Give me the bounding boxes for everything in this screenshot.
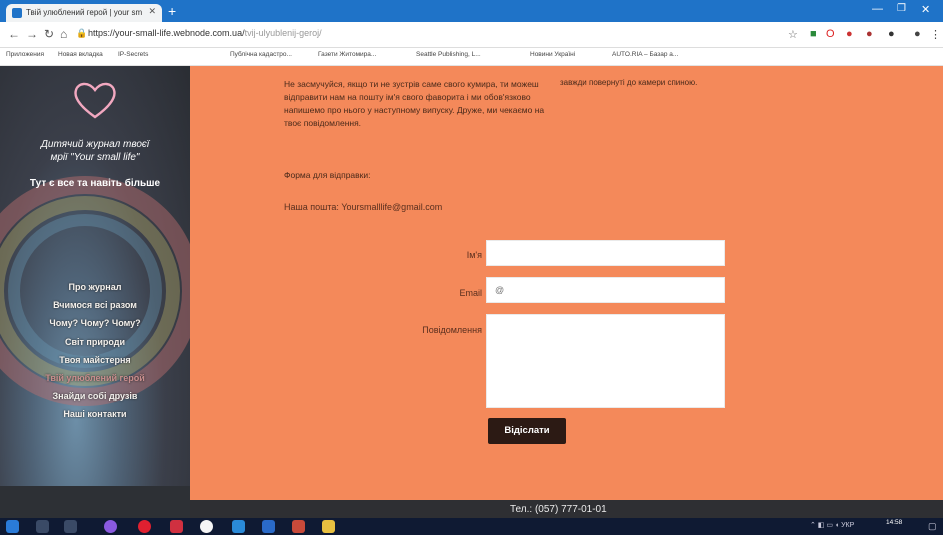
os-taskbar: ⌃ ◧ ▭ ◖ УКР 14:58 ▢: [0, 518, 943, 535]
url-main: https://your-small-life.webnode.com.ua/: [88, 28, 245, 38]
powerpoint-icon[interactable]: [292, 520, 305, 533]
profile-avatar-icon[interactable]: ●: [914, 28, 921, 40]
app-red-icon[interactable]: [170, 520, 183, 533]
menu-item-about[interactable]: Про журнал: [0, 278, 190, 296]
site-tagline: Тут є все та навіть більше: [29, 178, 161, 189]
star-bookmark-icon[interactable]: ☆: [788, 28, 798, 41]
bookmark-autoria[interactable]: AUTO.RIA – Базар а...: [612, 51, 678, 58]
notifications-icon[interactable]: ▢: [928, 521, 937, 532]
bookmark-ip-secrets[interactable]: IP-Secrets: [118, 51, 148, 58]
site-favicon-icon: [12, 8, 22, 18]
extension-icon[interactable]: ■: [810, 28, 817, 40]
url-path: tvij-ulyublenij-geroj/: [244, 28, 322, 38]
browser-tab[interactable]: Твій улюблений герой | your sm ✕: [6, 4, 162, 22]
window-maximize-button[interactable]: ❐: [897, 3, 906, 14]
logo-line-2: мрії "Your small life": [50, 152, 140, 163]
footer-phone: Тел.: (057) 777-01-01: [510, 504, 607, 515]
url-input[interactable]: https://your-small-life.webnode.com.ua/t…: [88, 28, 322, 38]
form-intro-text: Форма для відправки:: [284, 170, 371, 180]
language-indicator[interactable]: УКР: [841, 522, 854, 529]
message-label: Повідомлення: [422, 325, 482, 335]
tab-close-icon[interactable]: ✕: [148, 6, 156, 17]
opera-taskbar-icon[interactable]: [138, 520, 151, 533]
search-icon[interactable]: [36, 520, 49, 533]
tab-title: Твій улюблений герой | your sm: [26, 8, 143, 17]
menu-item-contacts[interactable]: Наші контакти: [0, 405, 190, 423]
word-icon[interactable]: [262, 520, 275, 533]
heart-logo-icon: [74, 82, 116, 119]
window-minimize-button[interactable]: —: [872, 3, 883, 15]
page-footer: Тел.: (057) 777-01-01: [190, 500, 943, 518]
right-column-text: завжди повернуті до камери спиною.: [560, 78, 698, 87]
site-logo-text[interactable]: Дитячий журнал твоєї мрії "Your small li…: [0, 138, 190, 164]
window-close-button[interactable]: ✕: [921, 3, 930, 16]
bookmark-apps[interactable]: Приложения: [6, 51, 44, 58]
reload-icon[interactable]: ↻: [44, 27, 54, 41]
submit-button[interactable]: Відіслати: [488, 418, 566, 444]
name-label: Ім'я: [466, 250, 482, 260]
opera-icon[interactable]: O: [826, 28, 835, 40]
app-purple-icon[interactable]: [104, 520, 117, 533]
bookmark-news[interactable]: Новини Україні: [530, 51, 575, 58]
email-input[interactable]: [486, 277, 725, 303]
name-input[interactable]: [486, 240, 725, 266]
bookmark-seattle[interactable]: Seattle Publishing, L...: [416, 51, 481, 58]
system-tray[interactable]: ⌃ ◧ ▭ ◖ УКР: [810, 521, 854, 529]
sidebar-bottom: [0, 486, 190, 518]
extension-dots-icon[interactable]: ●: [866, 28, 873, 40]
menu-item-favorite-hero[interactable]: Твій улюблений герой: [0, 369, 190, 387]
yandex-icon[interactable]: [200, 520, 213, 533]
email-label: Email: [459, 288, 482, 298]
file-explorer-icon[interactable]: [322, 520, 335, 533]
forward-arrow-icon[interactable]: →: [26, 27, 38, 41]
telegram-icon[interactable]: [232, 520, 245, 533]
extension-red-icon[interactable]: ●: [846, 28, 853, 40]
intro-paragraph: Не засмучуйся, якщо ти не зустрів саме с…: [284, 79, 545, 128]
menu-item-nature[interactable]: Світ природи: [0, 333, 190, 351]
address-bar: ← → ↻ ⌂ 🔒 https://your-small-life.webnod…: [0, 22, 943, 48]
sidebar-menu: Про журнал Вчимося всі разом Чому? Чому?…: [0, 278, 190, 424]
contact-email-text: Наша пошта: Yoursmalllife@gmail.com: [284, 202, 443, 212]
message-textarea[interactable]: [486, 314, 725, 408]
menu-dots-icon[interactable]: ⋮: [930, 28, 941, 41]
home-icon[interactable]: ⌂: [60, 27, 67, 41]
logo-line-1: Дитячий журнал твоєї: [40, 139, 150, 150]
browser-titlebar: Твій улюблений герой | your sm ✕ + — ❐ ✕: [0, 0, 943, 22]
bookmark-new-tab[interactable]: Новая вкладка: [58, 51, 103, 58]
bookmark-cadastre[interactable]: Публічна кадастро...: [230, 51, 292, 58]
task-view-icon[interactable]: [64, 520, 77, 533]
new-tab-button[interactable]: +: [168, 3, 176, 19]
menu-item-why[interactable]: Чому? Чому? Чому?: [0, 314, 190, 332]
lock-icon[interactable]: 🔒: [76, 28, 87, 39]
sidebar: Дитячий журнал твоєї мрії "Your small li…: [0, 66, 190, 518]
main-content: Не засмучуйся, якщо ти не зустрів саме с…: [190, 66, 943, 518]
back-arrow-icon[interactable]: ←: [8, 27, 20, 41]
web-page: Дитячий журнал твоєї мрії "Your small li…: [0, 66, 943, 518]
extension-dark-icon[interactable]: ●: [888, 28, 895, 40]
bookmarks-bar: Приложения Новая вкладка IP-Secrets Публ…: [0, 48, 943, 66]
clock[interactable]: 14:58: [886, 519, 902, 526]
menu-item-friends[interactable]: Знайди собі друзів: [0, 387, 190, 405]
menu-item-learning[interactable]: Вчимося всі разом: [0, 296, 190, 314]
menu-item-workshop[interactable]: Твоя майстерня: [0, 351, 190, 369]
bookmark-newspapers[interactable]: Газети Житомира...: [318, 51, 376, 58]
windows-start-icon[interactable]: [6, 520, 19, 533]
